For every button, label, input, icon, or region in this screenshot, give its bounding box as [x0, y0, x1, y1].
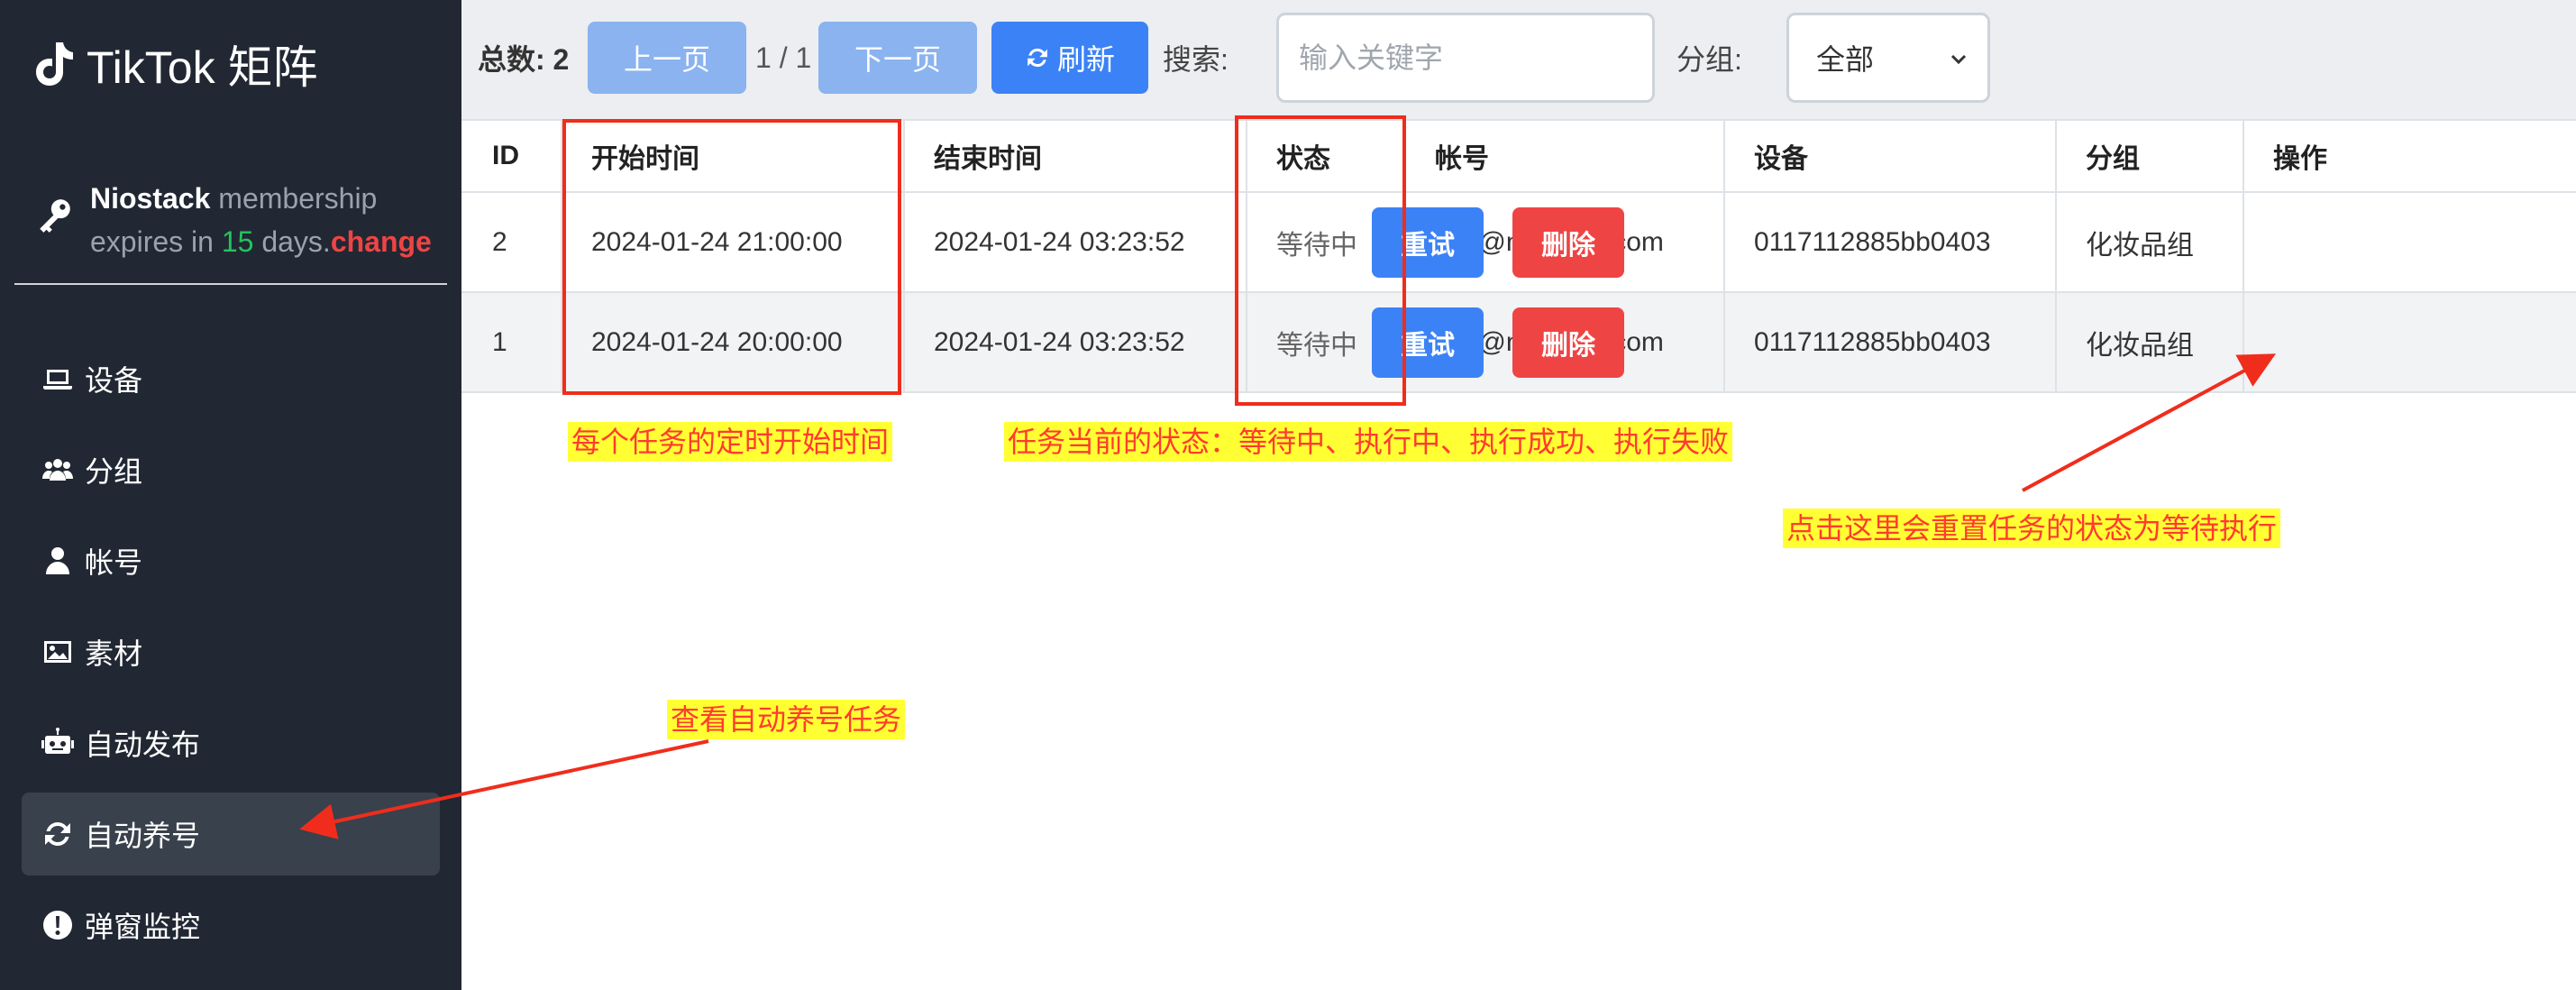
cell-end-time: 2024-01-24 03:23:52	[934, 326, 1185, 357]
user-icon	[46, 547, 69, 574]
change-link[interactable]: change	[331, 225, 432, 258]
group-filter-value: 全部	[1816, 43, 1875, 76]
expires-days: 15	[221, 225, 254, 258]
group-filter-label: 分组:	[1676, 43, 1742, 76]
sidebar-item-auto-publish[interactable]: 自动发布	[22, 701, 440, 784]
sidebar-item-materials[interactable]: 素材	[22, 610, 440, 693]
prev-page-button[interactable]: 上一页	[588, 22, 746, 94]
refresh-button[interactable]: 刷新	[991, 22, 1148, 94]
annotation-status: 任务当前的状态：等待中、执行中、执行成功、执行失败	[1004, 422, 1733, 462]
sidebar-item-auto-nurture[interactable]: 自动养号	[22, 793, 440, 875]
annotation-retry: 点击这里会重置任务的状态为等待执行	[1783, 509, 2281, 548]
sidebar-item-label: 分组	[85, 455, 143, 488]
next-page-button[interactable]: 下一页	[818, 22, 977, 94]
membership-label: membership	[210, 182, 378, 215]
brand: TikTok 矩阵	[32, 32, 318, 96]
delete-button[interactable]: 删除	[1512, 207, 1624, 278]
refresh-label: 刷新	[1056, 43, 1115, 76]
robot-icon	[41, 728, 74, 754]
sidebar-divider	[14, 283, 447, 285]
expires-label: expires in	[90, 225, 222, 258]
sidebar-item-label: 帐号	[85, 546, 143, 579]
status-highlight-box	[1235, 115, 1406, 406]
membership-info: Niostack membership expires in 15 days.c…	[36, 177, 433, 263]
search-input[interactable]	[1276, 13, 1655, 103]
laptop-icon	[43, 370, 72, 390]
toolbar: 总数: 2 上一页 1 / 1 下一页 刷新 搜索: 分组: 全部	[461, 0, 2576, 119]
days-label: days.	[253, 225, 331, 258]
search-label: 搜索:	[1163, 43, 1229, 76]
sidebar-item-label: 设备	[85, 364, 143, 397]
sidebar-item-accounts[interactable]: 帐号	[22, 519, 440, 602]
header-group: 分组	[2086, 144, 2140, 174]
start-time-highlight-box	[562, 119, 901, 395]
delete-button[interactable]: 删除	[1512, 307, 1624, 378]
cell-group: 化妆品组	[2086, 330, 2194, 361]
key-icon	[40, 199, 70, 233]
membership-text: Niostack membership expires in 15 days.c…	[90, 177, 432, 263]
users-icon	[42, 459, 73, 481]
sidebar-item-devices[interactable]: 设备	[22, 337, 440, 420]
sidebar-item-popup-monitor[interactable]: 弹窗监控	[22, 884, 440, 967]
sidebar: TikTok 矩阵 Niostack membership expires in…	[0, 0, 461, 990]
cell-device: 0117112885bb0403	[1754, 326, 1991, 357]
sidebar-item-label: 弹窗监控	[85, 911, 201, 943]
brand-title: TikTok 矩阵	[87, 42, 318, 93]
annotation-start-time: 每个任务的定时开始时间	[568, 422, 893, 462]
sidebar-item-groups[interactable]: 分组	[22, 428, 440, 511]
tiktok-logo-icon	[36, 42, 73, 86]
sidebar-item-label: 自动发布	[85, 729, 201, 761]
sync-icon	[45, 822, 70, 846]
total-count: 总数: 2	[478, 43, 570, 76]
cell-id: 1	[492, 326, 507, 357]
header-end-time: 结束时间	[934, 144, 1042, 174]
alert-icon	[43, 911, 73, 940]
annotation-nurture: 查看自动养号任务	[667, 700, 906, 739]
header-id: ID	[492, 141, 519, 170]
header-actions: 操作	[2273, 144, 2327, 174]
image-icon	[44, 641, 71, 663]
chevron-down-icon	[1950, 54, 1967, 65]
page-indicator: 1 / 1	[755, 41, 812, 74]
group-filter-select[interactable]: 全部	[1786, 13, 1990, 103]
sidebar-item-label: 自动养号	[85, 820, 201, 852]
header-account: 帐号	[1435, 144, 1489, 174]
membership-name: Niostack	[90, 182, 211, 215]
header-device: 设备	[1754, 144, 1808, 174]
sidebar-item-label: 素材	[85, 637, 143, 670]
cell-group: 化妆品组	[2086, 230, 2194, 261]
cell-device: 0117112885bb0403	[1754, 226, 1991, 257]
cell-end-time: 2024-01-24 03:23:52	[934, 226, 1185, 257]
refresh-icon	[1028, 48, 1047, 68]
cell-id: 2	[492, 226, 507, 257]
